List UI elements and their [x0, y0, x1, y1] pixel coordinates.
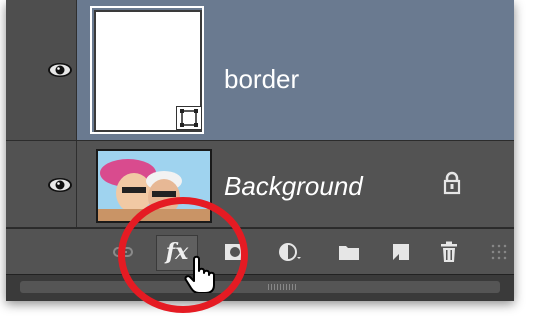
layers-panel: border Background fx — [6, 0, 514, 301]
lock-icon[interactable] — [442, 171, 462, 195]
trash-icon — [441, 241, 457, 262]
visibility-column — [6, 141, 77, 227]
layer-row-background[interactable]: Background — [6, 141, 514, 228]
layer-name[interactable]: border — [224, 64, 299, 95]
new-layer-icon — [393, 244, 409, 260]
eye-icon[interactable] — [46, 60, 74, 80]
adjustment-layer-icon — [279, 243, 301, 261]
delete-layer-button[interactable] — [434, 237, 464, 267]
layer-name[interactable]: Background — [224, 171, 363, 202]
eye-icon[interactable] — [46, 175, 74, 195]
folder-icon — [339, 246, 359, 260]
layer-row-border[interactable]: border — [6, 0, 514, 141]
layers-panel-footer: fx — [6, 228, 514, 275]
horizontal-scrollbar[interactable] — [6, 274, 514, 301]
visibility-column — [6, 0, 77, 140]
new-group-button[interactable] — [334, 237, 364, 267]
smart-object-icon — [176, 106, 202, 130]
scrollbar-grip — [268, 284, 298, 290]
panel-resize-grip[interactable] — [490, 243, 508, 261]
scrollbar-thumb[interactable] — [20, 281, 500, 293]
adjustment-layer-button[interactable] — [276, 237, 306, 267]
highlight-circle — [118, 197, 248, 313]
new-layer-button[interactable] — [386, 237, 416, 267]
hand-pointer-cursor-icon — [184, 255, 215, 293]
